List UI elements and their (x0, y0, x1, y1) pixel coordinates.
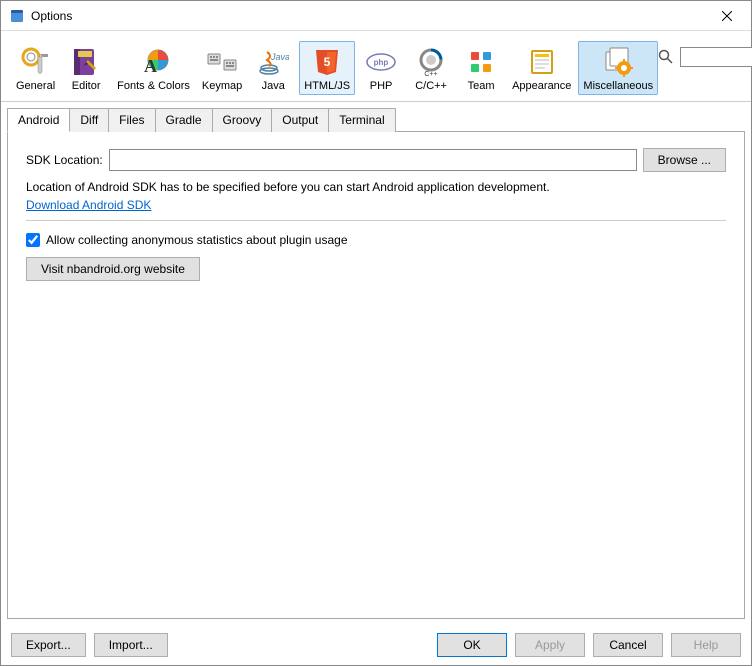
stats-checkbox[interactable] (26, 233, 40, 247)
category-label: HTML/JS (304, 80, 350, 92)
tab-android[interactable]: Android (7, 108, 70, 132)
category-editor[interactable]: Editor (62, 41, 110, 95)
category-label: General (16, 80, 55, 92)
help-button[interactable]: Help (671, 633, 741, 657)
tabs: Android Diff Files Gradle Groovy Output … (7, 108, 745, 132)
category-label: Editor (72, 80, 101, 92)
category-appearance[interactable]: Appearance (507, 41, 576, 95)
svg-text:A: A (144, 56, 157, 76)
category-toolbar-row: General Editor A Fonts & Colors Keymap (1, 31, 751, 102)
keymap-icon (206, 46, 238, 78)
htmljs-icon: 5 (311, 46, 343, 78)
visit-website-button[interactable]: Visit nbandroid.org website (26, 257, 200, 281)
tab-gradle[interactable]: Gradle (155, 108, 213, 132)
category-toolbar: General Editor A Fonts & Colors Keymap (11, 37, 658, 101)
category-label: Fonts & Colors (117, 80, 190, 92)
category-label: Miscellaneous (583, 80, 653, 92)
title-bar: Options (1, 1, 751, 31)
svg-text:Java: Java (270, 52, 289, 62)
tab-panel-android: SDK Location: Browse ... Location of And… (7, 131, 745, 619)
import-button[interactable]: Import... (94, 633, 168, 657)
appearance-icon (526, 46, 558, 78)
cpp-icon: C++ (415, 46, 447, 78)
download-sdk-link[interactable]: Download Android SDK (26, 198, 726, 212)
fonts-icon: A (138, 46, 170, 78)
window-title: Options (31, 9, 707, 23)
category-label: C/C++ (415, 80, 447, 92)
category-label: Java (262, 80, 285, 92)
apply-button[interactable]: Apply (515, 633, 585, 657)
export-button[interactable]: Export... (11, 633, 86, 657)
tab-diff[interactable]: Diff (69, 108, 109, 132)
sdk-info-text: Location of Android SDK has to be specif… (26, 180, 726, 194)
sdk-location-label: SDK Location: (26, 153, 103, 167)
editor-icon (70, 46, 102, 78)
tab-files[interactable]: Files (108, 108, 155, 132)
app-icon (9, 8, 25, 24)
category-label: Team (468, 80, 495, 92)
search-area (658, 37, 752, 67)
category-team[interactable]: Team (457, 41, 505, 95)
category-java[interactable]: Java Java (249, 41, 297, 95)
visit-button-row: Visit nbandroid.org website (26, 257, 726, 281)
stats-checkbox-row: Allow collecting anonymous statistics ab… (26, 233, 726, 247)
search-icon (658, 49, 674, 65)
svg-text:5: 5 (324, 55, 331, 69)
stats-checkbox-label: Allow collecting anonymous statistics ab… (46, 233, 348, 247)
cancel-button[interactable]: Cancel (593, 633, 663, 657)
category-keymap[interactable]: Keymap (197, 41, 247, 95)
category-label: Keymap (202, 80, 242, 92)
button-bar-right: OK Apply Cancel Help (437, 633, 741, 657)
tabs-container: Android Diff Files Gradle Groovy Output … (1, 102, 751, 625)
category-htmljs[interactable]: 5 HTML/JS (299, 41, 355, 95)
browse-button[interactable]: Browse ... (643, 148, 726, 172)
category-label: PHP (370, 80, 393, 92)
category-cpp[interactable]: C++ C/C++ (407, 41, 455, 95)
options-dialog: Options General Editor A (0, 0, 752, 666)
svg-text:php: php (374, 58, 389, 67)
button-bar-left: Export... Import... (11, 633, 168, 657)
button-bar: Export... Import... OK Apply Cancel Help (1, 625, 751, 665)
general-icon (20, 46, 52, 78)
php-icon: php (365, 46, 397, 78)
category-miscellaneous[interactable]: Miscellaneous (578, 41, 658, 95)
miscellaneous-icon (602, 46, 634, 78)
java-icon: Java (257, 46, 289, 78)
close-button[interactable] (707, 2, 747, 30)
category-general[interactable]: General (11, 41, 60, 95)
category-php[interactable]: php PHP (357, 41, 405, 95)
svg-text:C++: C++ (424, 71, 437, 78)
category-label: Appearance (512, 80, 571, 92)
ok-button[interactable]: OK (437, 633, 507, 657)
sdk-location-input[interactable] (109, 149, 637, 171)
tab-terminal[interactable]: Terminal (328, 108, 395, 132)
tab-groovy[interactable]: Groovy (212, 108, 273, 132)
separator (26, 220, 726, 221)
team-icon (465, 46, 497, 78)
category-fonts-colors[interactable]: A Fonts & Colors (112, 41, 195, 95)
tab-output[interactable]: Output (271, 108, 329, 132)
sdk-location-row: SDK Location: Browse ... (26, 148, 726, 172)
search-input[interactable] (680, 47, 752, 67)
